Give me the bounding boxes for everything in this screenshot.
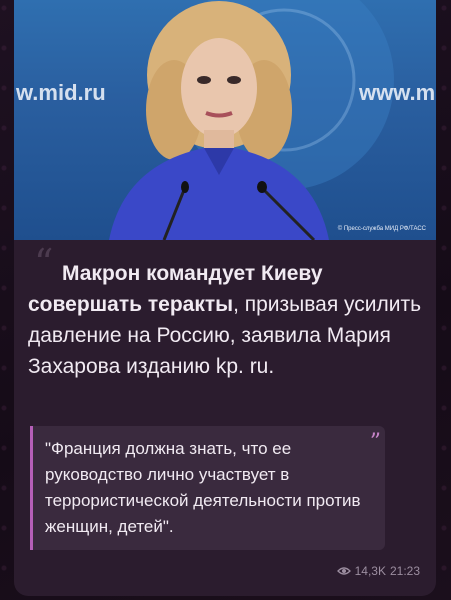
- view-count: 14,3K: [354, 564, 386, 578]
- post-meta: 14,3K 21:23: [336, 564, 420, 578]
- blockquote: ” "Франция должна знать, что ее руководс…: [30, 426, 385, 550]
- quote-icon: “: [34, 241, 54, 285]
- sign-right-text: www.m: [358, 80, 435, 105]
- quote-icon: ”: [369, 430, 381, 455]
- sign-left-text: w.mid.ru: [15, 80, 106, 105]
- channel-post[interactable]: w.mid.ru www.m © Пресс-служба МИД РФ/ТАС…: [14, 0, 436, 596]
- views-icon: [336, 567, 351, 575]
- post-photo[interactable]: w.mid.ru www.m © Пресс-служба МИД РФ/ТАС…: [14, 0, 436, 240]
- photo-credit: © Пресс-служба МИД РФ/ТАСС: [337, 226, 426, 232]
- quote-text: "Франция должна знать, что ее руководств…: [45, 439, 361, 536]
- photo-illustration: w.mid.ru www.m: [15, 0, 435, 240]
- post-text: “ Макрон командует Киеву совершать терак…: [14, 240, 436, 550]
- lead-paragraph: Макрон командует Киеву совершать теракты…: [28, 258, 422, 382]
- post-time: 21:23: [389, 564, 420, 578]
